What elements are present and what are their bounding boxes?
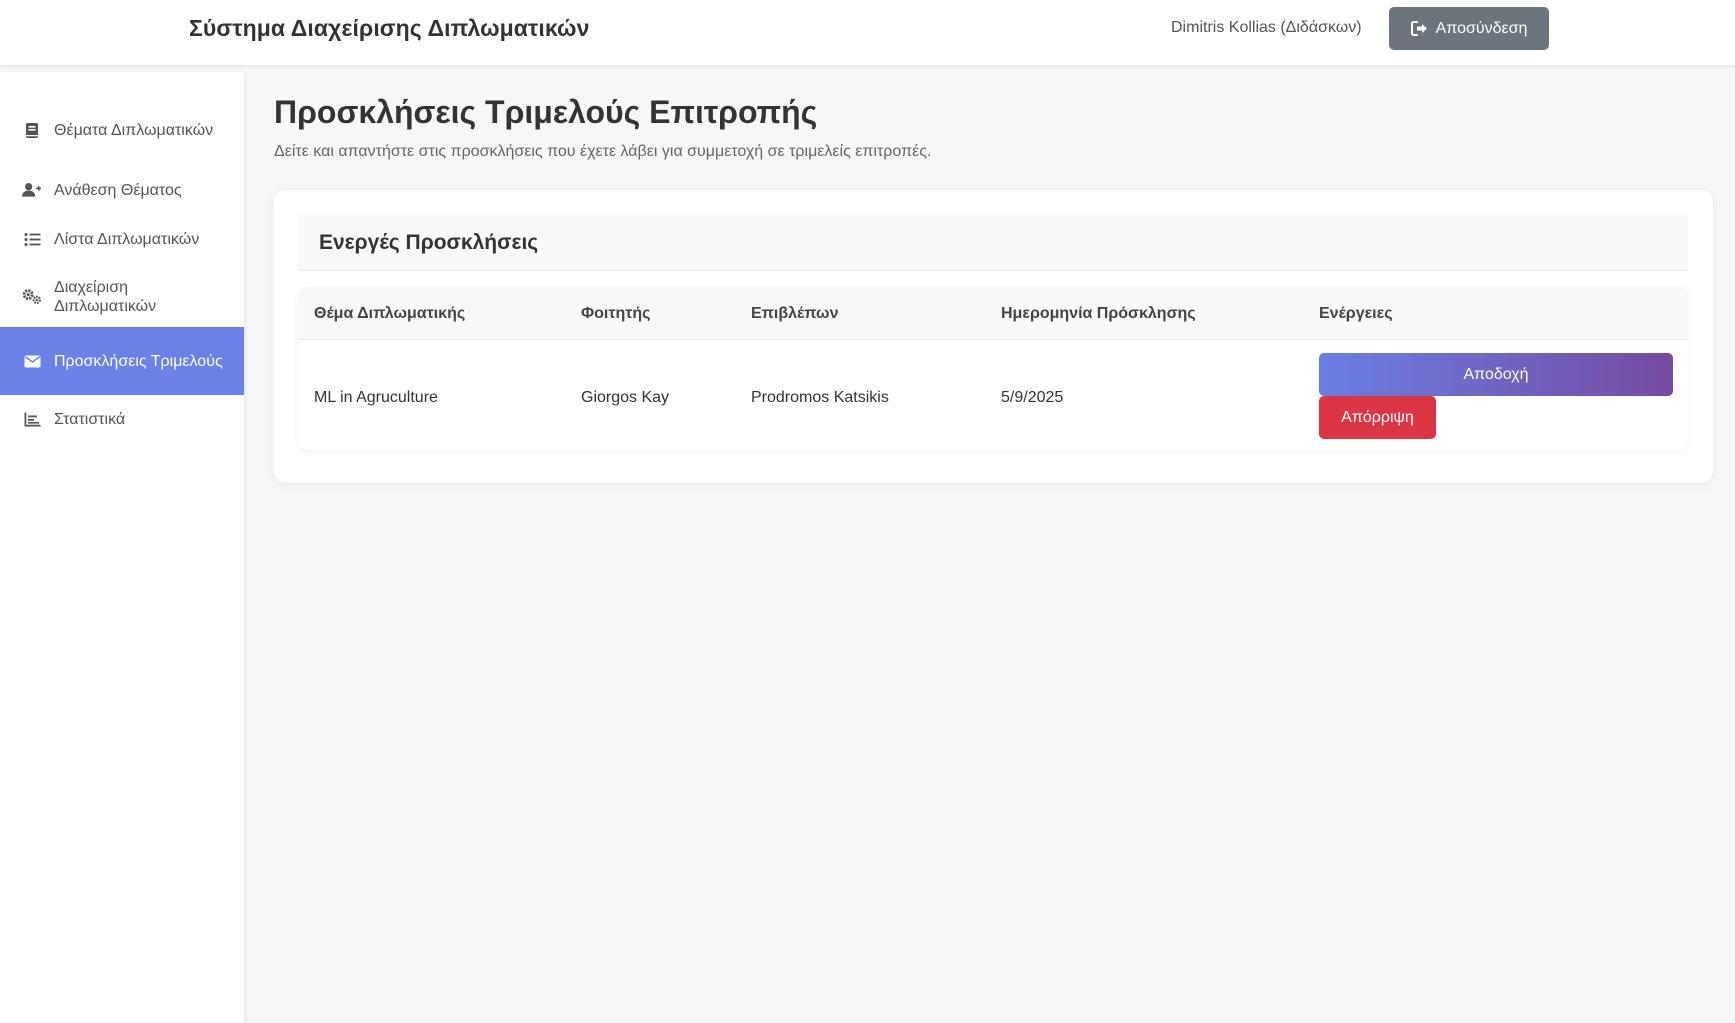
cell-student: Giorgos Kay [581, 389, 670, 406]
sidebar-item-label: Στατιστικά [54, 410, 126, 428]
sidebar-item-thesis-list[interactable]: Λίστα Διπλωματικών [0, 217, 244, 261]
accept-button[interactable]: Αποδοχή [1319, 353, 1673, 396]
user-plus-icon [22, 180, 42, 200]
top-header: Σύστημα Διαχείρισης Διπλωματικών Dimitri… [0, 0, 1735, 65]
card-header: Ενεργές Προσκλήσεις [299, 215, 1688, 271]
column-header-invitation-date: Ημερομηνία Πρόσκλησης [1001, 305, 1196, 322]
invitations-card: Ενεργές Προσκλήσεις Θέμα Διπλωματικής Φο… [274, 190, 1713, 483]
book-icon [22, 121, 42, 141]
logout-label: Αποσύνδεση [1435, 19, 1528, 37]
card-title: Ενεργές Προσκλήσεις [319, 231, 539, 254]
sidebar-item-statistics[interactable]: Στατιστικά [0, 397, 244, 441]
sidebar-item-label: Λίστα Διπλωματικών [54, 230, 200, 248]
sidebar-item-thesis-management[interactable]: Διαχείριση Διπλωματικών [0, 269, 244, 324]
column-header-topic: Θέμα Διπλωματικής [314, 305, 466, 322]
app-title: Σύστημα Διαχείρισης Διπλωματικών [189, 15, 590, 41]
gears-icon [22, 287, 42, 307]
sidebar-item-topic-assignment[interactable]: Ανάθεση Θέματος [0, 168, 244, 212]
column-header-supervisor: Επιβλέπων [751, 305, 839, 322]
cell-invitation-date: 5/9/2025 [1001, 389, 1064, 406]
cell-topic: ML in Agruculture [314, 389, 438, 406]
sidebar-item-committee-invitations[interactable]: Προσκλήσεις Τριμελούς [0, 327, 244, 395]
logout-button[interactable]: Αποσύνδεση [1389, 7, 1549, 50]
envelope-icon [22, 351, 42, 371]
sidebar-item-label: Διαχείριση Διπλωματικών [54, 278, 157, 315]
chart-bar-icon [22, 409, 42, 429]
page-subtitle: Δείτε και απαντήστε στις προσκλήσεις που… [274, 143, 932, 160]
reject-button[interactable]: Απόρριψη [1319, 396, 1436, 439]
table-header-row: Θέμα Διπλωματικής Φοιτητής Επιβλέπων Ημε… [299, 287, 1688, 340]
sidebar-item-thesis-topics[interactable]: Θέματα Διπλωματικών [0, 103, 244, 158]
cell-supervisor: Prodromos Katsikis [751, 389, 889, 406]
invitations-table: Θέμα Διπλωματικής Φοιτητής Επιβλέπων Ημε… [299, 287, 1688, 450]
sign-out-icon [1410, 21, 1428, 36]
list-icon [22, 229, 42, 249]
sidebar-item-label: Θέματα Διπλωματικών [54, 122, 214, 139]
sidebar-item-label: Προσκλήσεις Τριμελούς [54, 352, 223, 370]
sidebar-item-label: Ανάθεση Θέματος [54, 181, 182, 199]
page-title: Προσκλήσεις Τριμελούς Επιτροπής [274, 94, 818, 130]
column-header-student: Φοιτητής [581, 305, 651, 322]
column-header-actions: Ενέργειες [1319, 305, 1393, 322]
current-user: Dimitris Kollias (Διδάσκων) [1171, 19, 1362, 36]
sidebar: Θέματα Διπλωματικών Ανάθεση Θέματος Λίστ [0, 72, 244, 1023]
